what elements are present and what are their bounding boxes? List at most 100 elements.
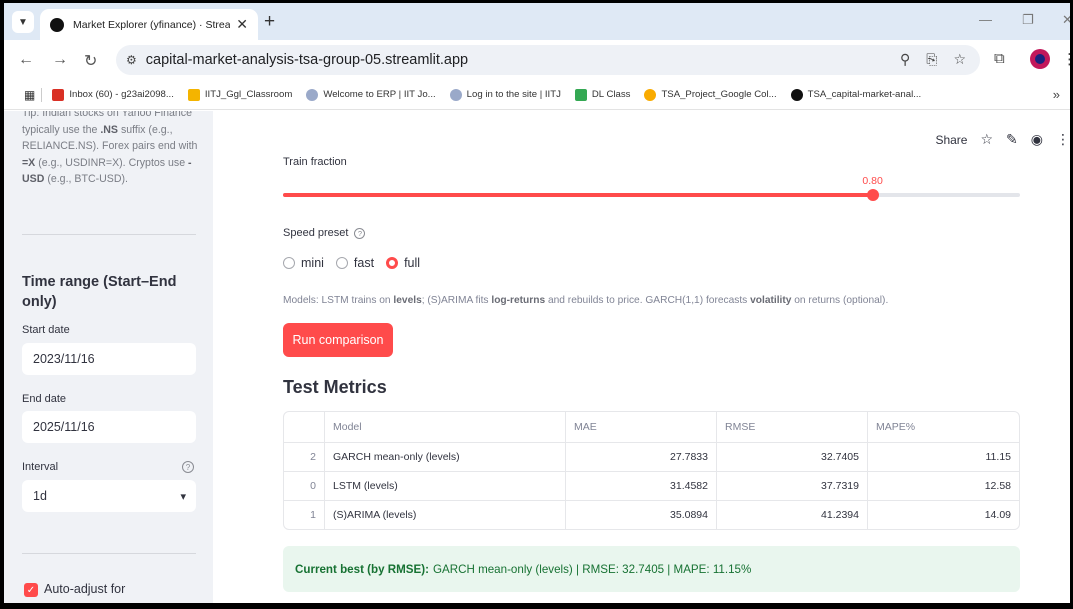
radio-mini[interactable]: mini (283, 256, 324, 270)
radio-circle-icon (335, 257, 348, 269)
bookmark-item[interactable]: Log in to the site | IITJ (449, 88, 561, 101)
url-text: capital-market-analysis-tsa-group-05.str… (145, 52, 469, 68)
row-index: 2 (310, 451, 316, 463)
speed-preset-radio-group: mini fast full (283, 256, 420, 270)
ticker-tip-text: Tip: Indian stocks on Yahoo Finance typi… (22, 111, 198, 185)
bookmark-item[interactable]: Welcome to ERP | IIT Jo... (306, 88, 436, 101)
slider-fill (283, 193, 873, 197)
best-model-label: Current best (by RMSE): (295, 562, 429, 576)
star-icon[interactable]: ☆ (980, 131, 993, 148)
site-info-icon[interactable]: ⚙ (126, 53, 137, 67)
classroom-icon (187, 88, 200, 101)
speed-preset-label: Speed preset ? (283, 227, 366, 239)
mape-cell: 14.09 (867, 501, 1019, 529)
install-app-icon[interactable]: ⎘ (926, 51, 937, 68)
apps-grid-icon[interactable]: ▦ (24, 88, 35, 102)
chevron-down-icon: ▾ (180, 490, 186, 503)
slider-thumb[interactable] (866, 189, 879, 201)
interval-select[interactable]: 1d ▾ (22, 480, 196, 512)
erp-icon (306, 88, 319, 101)
meet-icon (574, 88, 587, 101)
mae-column-header[interactable]: MAE (565, 412, 716, 442)
best-model-alert: Current best (by RMSE): GARCH mean-only … (283, 546, 1020, 592)
minimize-icon[interactable]: — (979, 12, 992, 27)
model-cell: LSTM (levels) (324, 472, 565, 500)
bookmark-item[interactable]: TSA_capital-market-anal... (790, 88, 921, 101)
new-tab-icon[interactable]: + (264, 11, 275, 33)
end-date-input[interactable]: 2025/11/16 (22, 411, 196, 443)
start-date-input[interactable]: 2023/11/16 (22, 343, 196, 375)
restore-icon[interactable]: ❐ (1022, 12, 1034, 28)
train-fraction-label: Train fraction (283, 156, 347, 168)
row-index: 1 (310, 509, 316, 521)
bookmarks-bar: ▦ Inbox (60) - g23ai2098... IITJ_Ggl_Cla… (4, 80, 1070, 110)
github-icon (790, 88, 803, 101)
table-row: 1 (S)ARIMA (levels) 35.0894 41.2394 14.0… (284, 500, 1019, 529)
mae-cell: 31.4582 (565, 472, 716, 500)
rmse-cell: 37.7319 (716, 472, 867, 500)
bookmark-item[interactable]: Inbox (60) - g23ai2098... (52, 88, 174, 101)
rmse-cell: 32.7405 (716, 443, 867, 471)
bookmark-separator (41, 87, 43, 102)
table-row: 2 GARCH mean-only (levels) 27.7833 32.74… (284, 442, 1019, 471)
share-button[interactable]: Share (935, 133, 967, 147)
login-icon (449, 88, 462, 101)
browser-toolbar: ← → ↻ ⚙ capital-market-analysis-tsa-grou… (4, 40, 1070, 80)
model-column-header[interactable]: Model (324, 412, 565, 442)
mape-column-header[interactable]: MAPE% (867, 412, 1019, 442)
sidebar-divider (22, 553, 196, 554)
address-bar[interactable]: ⚙ capital-market-analysis-tsa-group-05.s… (116, 45, 980, 75)
extensions-icon[interactable]: ⧉ (994, 50, 1005, 67)
table-header-row: Model MAE RMSE MAPE% (284, 412, 1019, 442)
streamlit-favicon-icon (50, 17, 64, 32)
app-menu-icon[interactable]: ⋮ (1056, 131, 1070, 148)
run-comparison-button[interactable]: Run comparison (283, 323, 393, 357)
auto-adjust-checkbox[interactable]: ✓ (24, 583, 38, 597)
edit-pencil-icon[interactable]: ✎ (1006, 131, 1018, 148)
colab-icon (644, 88, 657, 101)
bookmark-item[interactable]: TSA_Project_Google Col... (644, 88, 777, 101)
metrics-table[interactable]: Model MAE RMSE MAPE% 2 GARCH mean-only (… (283, 411, 1020, 530)
radio-fast[interactable]: fast (335, 256, 374, 270)
active-tab[interactable]: Market Explorer (yfinance) · Streamlit ✕ (40, 9, 258, 40)
rmse-column-header[interactable]: RMSE (716, 412, 867, 442)
main-content: Share ☆ ✎ ◉ ⋮ Train fraction 0.80 Speed … (213, 111, 1070, 603)
slider-value: 0.80 (862, 175, 883, 187)
bookmark-star-icon[interactable]: ☆ (953, 51, 966, 68)
interval-help-icon[interactable]: ? (182, 461, 194, 473)
radio-full[interactable]: full (386, 256, 420, 270)
zoom-icon[interactable]: ⚲ (900, 51, 910, 68)
forward-icon[interactable]: → (52, 51, 68, 69)
mape-cell: 11.15 (867, 443, 1019, 471)
radio-circle-icon (283, 257, 295, 269)
sidebar: Tip: Indian stocks on Yahoo Finance typi… (4, 111, 213, 603)
time-range-heading: Time range (Start–End only) (22, 274, 177, 310)
profile-avatar[interactable] (1030, 49, 1050, 69)
speed-help-icon[interactable]: ? (354, 227, 366, 239)
gmail-icon (52, 88, 65, 101)
close-window-icon[interactable]: ✕ (1062, 12, 1070, 28)
row-index: 0 (310, 480, 316, 492)
back-icon[interactable]: ← (18, 51, 34, 69)
bookmark-item[interactable]: IITJ_Ggl_Classroom (187, 88, 292, 101)
sidebar-divider (22, 234, 196, 235)
best-model-text: GARCH mean-only (levels) | RMSE: 32.7405… (432, 562, 752, 576)
close-tab-icon[interactable]: ✕ (236, 16, 248, 33)
start-date-label: Start date (22, 324, 70, 336)
train-fraction-slider[interactable] (283, 189, 1020, 201)
models-note: Models: LSTM trains on levels; (S)ARIMA … (283, 295, 889, 306)
radio-selected-icon (386, 257, 399, 269)
auto-adjust-label: Auto-adjust for (44, 582, 126, 596)
app-header-actions: Share ☆ ✎ ◉ ⋮ (935, 131, 1070, 148)
model-cell: (S)ARIMA (levels) (324, 501, 565, 529)
test-metrics-heading: Test Metrics (283, 377, 387, 397)
more-bookmarks-icon[interactable]: » (1053, 87, 1060, 102)
bookmark-item[interactable]: DL Class (574, 88, 630, 101)
browser-menu-icon[interactable]: ⋮ (1062, 50, 1070, 68)
tab-strip: ▼ Market Explorer (yfinance) · Streamlit… (4, 3, 1070, 40)
tab-search-chevron-icon[interactable]: ▼ (12, 11, 34, 33)
github-icon[interactable]: ◉ (1031, 131, 1043, 148)
tab-title: Market Explorer (yfinance) · Streamlit (73, 18, 231, 31)
interval-label: Interval (22, 461, 59, 473)
reload-icon[interactable]: ↻ (84, 51, 97, 71)
